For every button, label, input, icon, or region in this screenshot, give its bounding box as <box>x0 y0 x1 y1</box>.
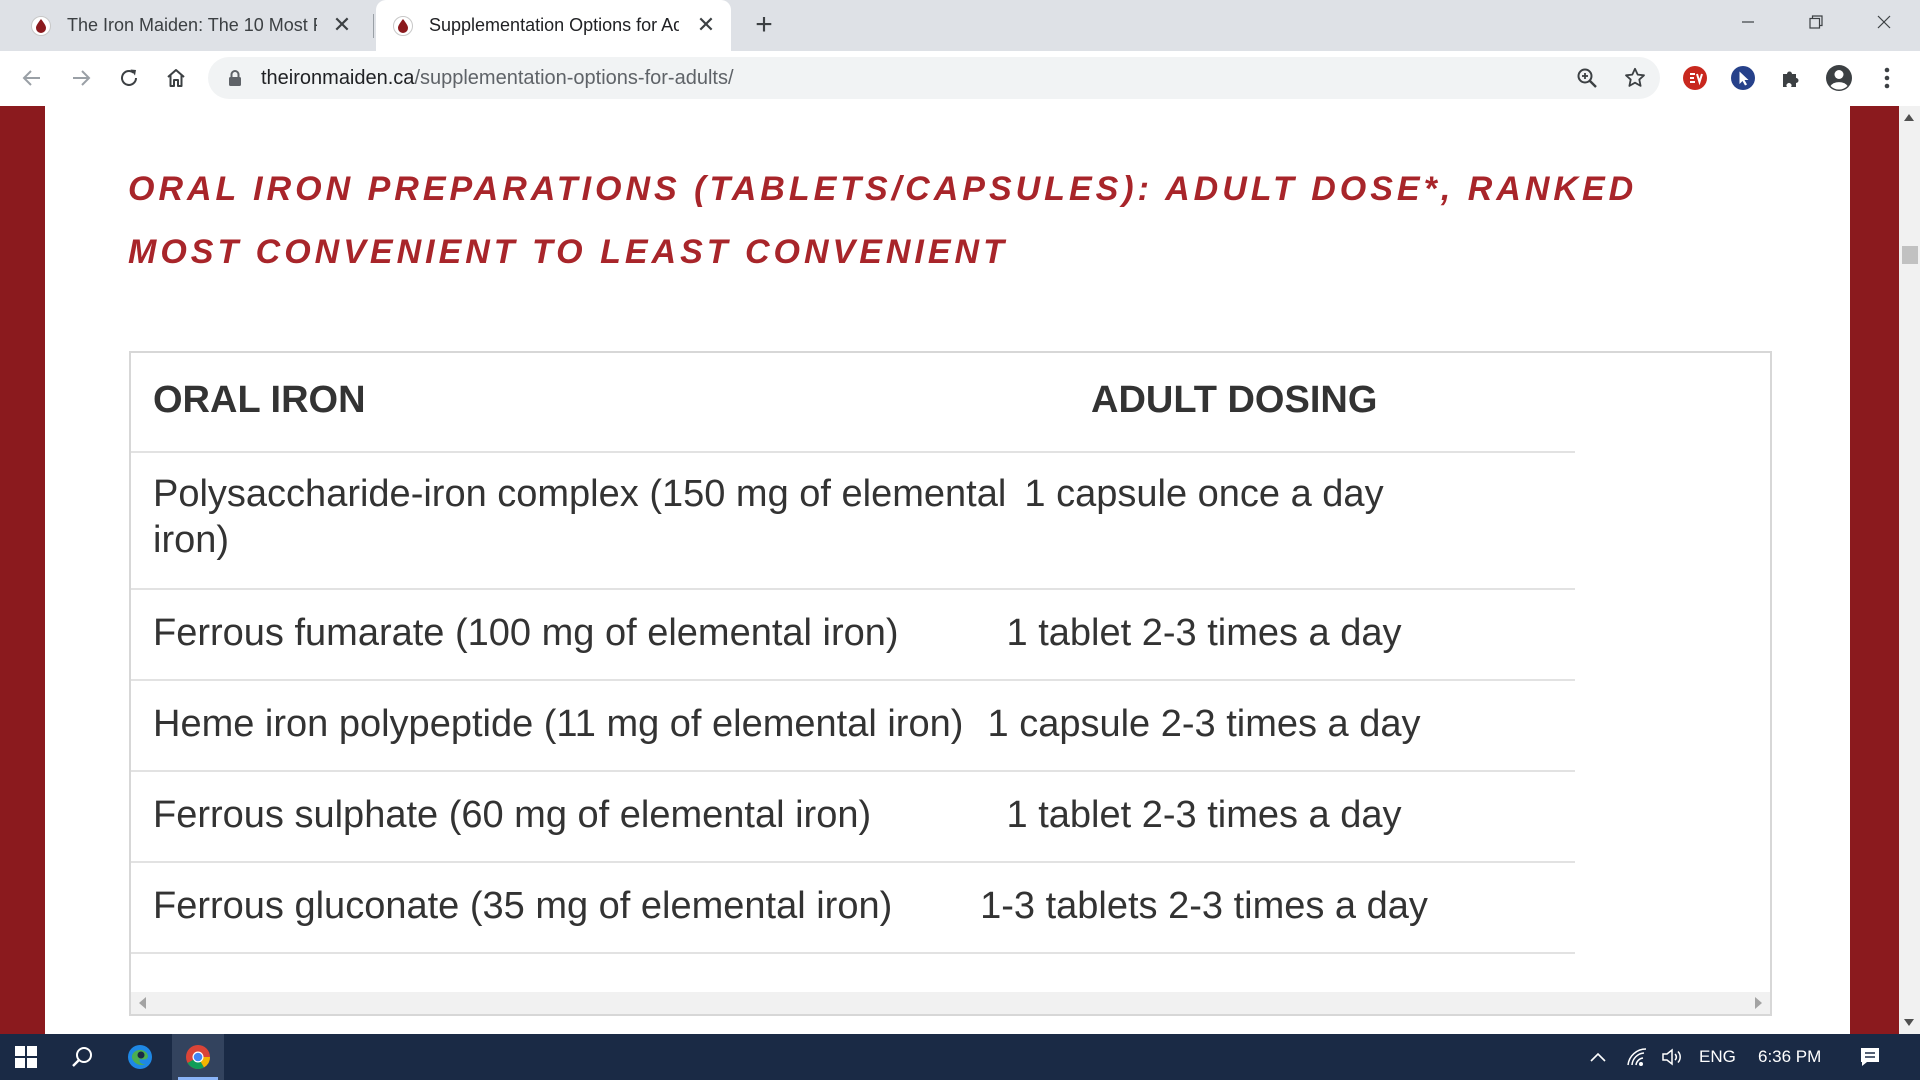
adult-dosing-cell: 1 capsule once a day <box>1024 473 1384 515</box>
kebab-menu-icon <box>1884 67 1890 89</box>
home-button[interactable] <box>158 60 194 96</box>
adult-dosing-cell: 1 tablet 2-3 times a day <box>1006 612 1402 654</box>
adult-dosing-cell: 1 tablet 2-3 times a day <box>1006 794 1402 836</box>
search-button[interactable] <box>58 1034 106 1080</box>
reload-icon <box>121 69 137 86</box>
table-row: Ferrous sulphate (60 mg of elemental iro… <box>131 772 1575 863</box>
extension-button[interactable] <box>1677 60 1713 96</box>
windows-taskbar: ENG 6:36 PM <box>0 1034 1920 1080</box>
oral-iron-cell: Ferrous fumarate (100 mg of elemental ir… <box>153 612 899 654</box>
show-hidden-icons-button[interactable] <box>1583 1034 1613 1080</box>
windows-logo-icon <box>15 1046 37 1068</box>
oral-iron-cell: Polysaccharide-iron complex (150 mg of e… <box>153 473 1007 561</box>
table-row: Heme iron polypeptide (11 mg of elementa… <box>131 681 1575 772</box>
close-tab-icon[interactable]: ✕ <box>331 14 353 36</box>
arrow-right-icon <box>73 70 91 86</box>
browser-menu-button[interactable] <box>1869 60 1905 96</box>
column-header-adult-dosing: ADULT DOSING <box>1091 379 1378 421</box>
taskbar-edge[interactable] <box>116 1034 164 1080</box>
scrollbar-thumb[interactable] <box>1902 246 1918 264</box>
lock-icon[interactable] <box>228 69 242 87</box>
oral-iron-cell: Ferrous sulphate (60 mg of elemental iro… <box>153 794 872 836</box>
table-row: Ferrous gluconate (35 mg of elemental ir… <box>131 863 1575 954</box>
tab-supplementation-options[interactable]: Supplementation Options for Ad ✕ <box>376 0 731 51</box>
web-page: ORAL IRON PREPARATIONS (TABLETS/CAPSULES… <box>0 106 1899 1034</box>
back-button[interactable] <box>14 60 50 96</box>
scroll-right-arrow-icon[interactable] <box>1755 997 1762 1009</box>
oral-iron-cell: Ferrous gluconate (35 mg of elemental ir… <box>153 885 893 927</box>
star-icon <box>1625 67 1645 87</box>
oral-iron-cell: Heme iron polypeptide (11 mg of elementa… <box>153 703 964 745</box>
extension-button[interactable] <box>1725 60 1761 96</box>
dosing-table: ORAL IRON ADULT DOSING Polysaccharide-ir… <box>129 351 1772 1016</box>
table-row: Polysaccharide-iron complex (150 mg of e… <box>131 451 1575 590</box>
speaker-icon <box>1662 1048 1681 1066</box>
puzzle-icon <box>1783 71 1799 87</box>
scroll-up-arrow-icon[interactable] <box>1904 114 1914 121</box>
tab-title: The Iron Maiden: The 10 Most Po <box>67 15 317 35</box>
scroll-left-arrow-icon[interactable] <box>139 997 146 1009</box>
zoom-button[interactable] <box>1574 65 1600 91</box>
restore-button[interactable] <box>1782 0 1850 44</box>
url-text[interactable]: theironmaiden.ca/supplementation-options… <box>261 67 734 90</box>
tab-iron-maiden-top10[interactable]: The Iron Maiden: The 10 Most Po ✕ <box>14 0 367 51</box>
close-window-button[interactable] <box>1850 0 1918 44</box>
restore-icon <box>1809 15 1823 29</box>
browser-toolbar: theironmaiden.ca/supplementation-options… <box>0 51 1920 107</box>
edge-browser-icon <box>128 1045 152 1069</box>
profile-button[interactable] <box>1821 60 1857 96</box>
column-header-oral-iron: ORAL IRON <box>153 379 366 421</box>
scroll-down-arrow-icon[interactable] <box>1904 1019 1914 1026</box>
red-extension-icon <box>1683 66 1707 90</box>
wifi-icon <box>1627 1048 1647 1066</box>
arrow-left-icon <box>22 70 40 86</box>
url-host: theironmaiden.ca <box>261 67 415 89</box>
network-button[interactable] <box>1620 1034 1654 1080</box>
tab-separator <box>373 14 374 38</box>
content-area: ORAL IRON PREPARATIONS (TABLETS/CAPSULES… <box>45 106 1850 1034</box>
chevron-up-icon <box>1590 1052 1606 1062</box>
system-clock[interactable]: 6:36 PM <box>1758 1047 1821 1067</box>
forward-button[interactable] <box>63 60 99 96</box>
volume-button[interactable] <box>1656 1034 1690 1080</box>
table-horizontal-scrollbar[interactable] <box>131 992 1770 1014</box>
url-path: /supplementation-options-for-adults/ <box>414 67 734 89</box>
chrome-browser-icon <box>186 1045 210 1070</box>
close-tab-icon[interactable]: ✕ <box>695 14 717 36</box>
page-vertical-scrollbar[interactable] <box>1899 106 1920 1034</box>
search-icon <box>72 1047 92 1067</box>
zoom-in-icon <box>1577 68 1597 88</box>
adult-dosing-cell: 1 capsule 2-3 times a day <box>987 703 1421 745</box>
blood-drop-favicon-icon <box>31 15 51 36</box>
new-tab-button[interactable]: + <box>748 10 780 42</box>
minimize-icon <box>1742 21 1754 23</box>
table-header-row: ORAL IRON ADULT DOSING <box>131 353 1575 453</box>
tab-strip: The Iron Maiden: The 10 Most Po ✕ Supple… <box>0 0 1920 51</box>
table-row: Ferrous fumarate (100 mg of elemental ir… <box>131 590 1575 681</box>
profile-avatar-icon <box>1826 65 1852 91</box>
cursor-extension-icon <box>1731 66 1755 90</box>
address-bar[interactable]: theironmaiden.ca/supplementation-options… <box>208 57 1660 99</box>
home-icon <box>167 69 185 87</box>
notification-icon <box>1861 1048 1879 1066</box>
taskbar-chrome[interactable] <box>172 1034 224 1080</box>
tab-title: Supplementation Options for Ad <box>429 15 679 35</box>
minimize-button[interactable] <box>1714 0 1782 44</box>
extensions-menu-button[interactable] <box>1773 60 1809 96</box>
blood-drop-favicon-icon <box>393 15 413 36</box>
section-heading: ORAL IRON PREPARATIONS (TABLETS/CAPSULES… <box>128 170 1638 271</box>
adult-dosing-cell: 1-3 tablets 2-3 times a day <box>980 885 1428 927</box>
reload-button[interactable] <box>111 60 147 96</box>
input-language[interactable]: ENG <box>1699 1047 1736 1067</box>
action-center-button[interactable] <box>1850 1034 1890 1080</box>
close-icon <box>1877 15 1891 29</box>
bookmark-button[interactable] <box>1622 65 1648 91</box>
start-button[interactable] <box>0 1034 52 1080</box>
